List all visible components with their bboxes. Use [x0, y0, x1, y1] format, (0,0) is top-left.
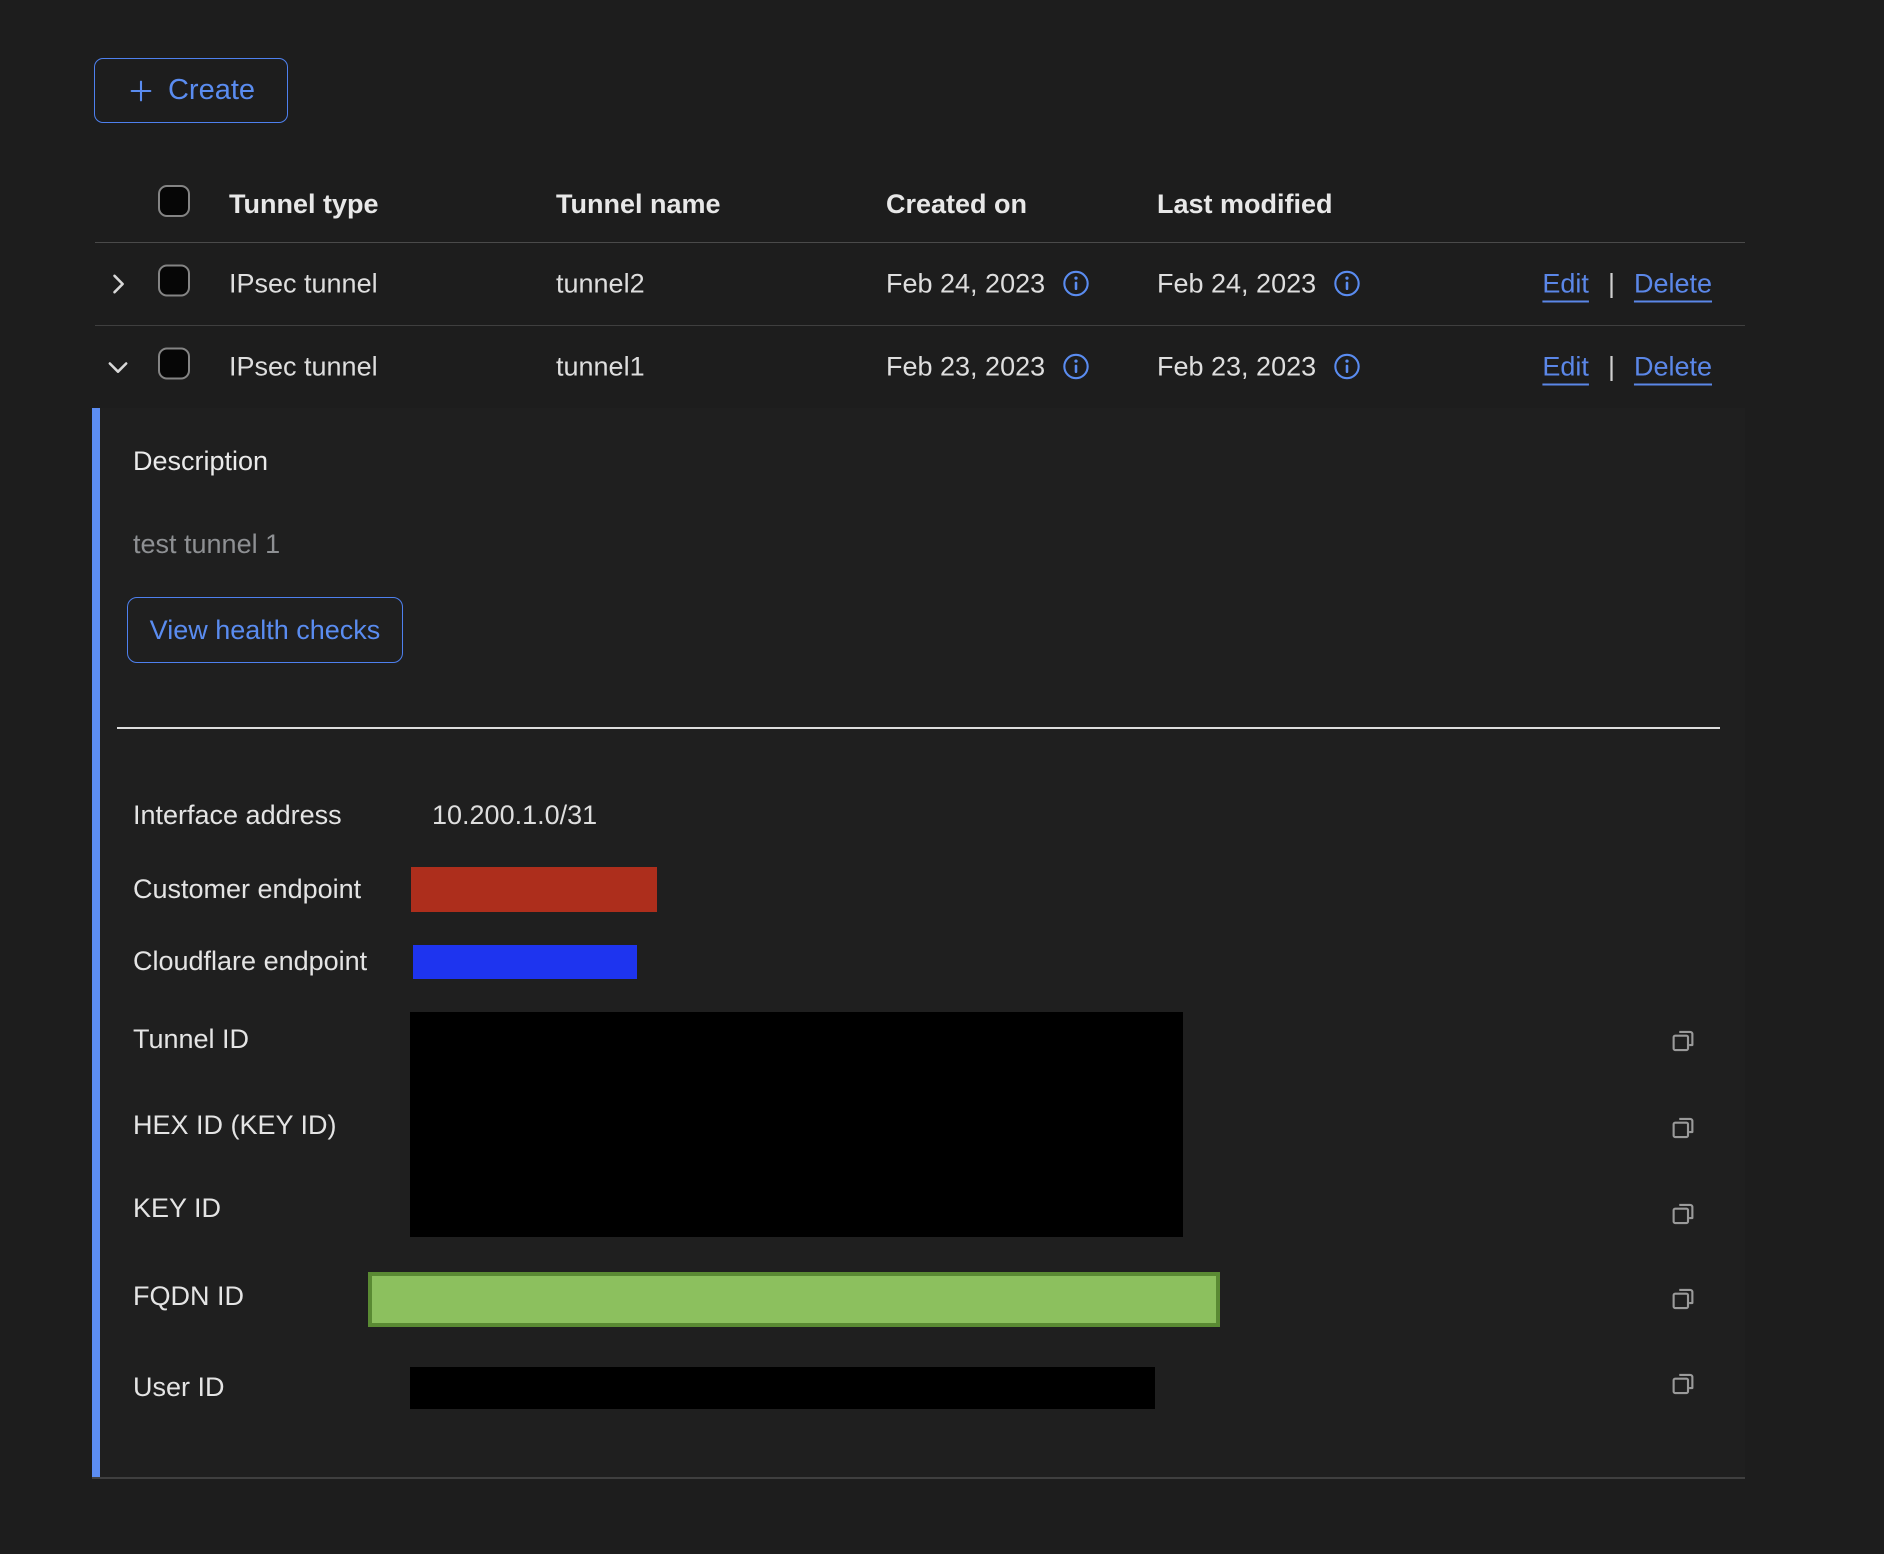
table-header-row: Tunnel type Tunnel name Created on Last … — [95, 142, 1745, 243]
copy-user-id-button[interactable] — [1666, 1366, 1700, 1400]
table-row: IPsec tunnel tunnel2 Feb 24, 2023 Feb 24… — [95, 242, 1745, 326]
edit-button[interactable]: Edit — [1542, 351, 1589, 382]
create-button-label: Create — [168, 74, 255, 107]
copy-icon — [1668, 1283, 1698, 1313]
checkbox-box — [158, 185, 190, 217]
column-header-created-on: Created on — [886, 189, 1027, 220]
copy-hex-id-button[interactable] — [1666, 1110, 1700, 1144]
chevron-down-icon — [104, 353, 132, 381]
last-modified-date: Feb 23, 2023 — [1157, 351, 1316, 382]
view-health-checks-button[interactable]: View health checks — [127, 597, 403, 663]
table-row: IPsec tunnel tunnel1 Feb 23, 2023 Feb 23… — [95, 325, 1745, 408]
key-id-label: KEY ID — [133, 1193, 221, 1224]
actions-separator: | — [1608, 351, 1615, 382]
created-on-date: Feb 23, 2023 — [886, 351, 1045, 382]
row-actions: Edit | Delete — [1542, 268, 1712, 299]
last-modified-cell: Feb 23, 2023 — [1157, 351, 1361, 382]
user-id-redacted-value — [410, 1367, 1155, 1409]
last-modified-date: Feb 24, 2023 — [1157, 268, 1316, 299]
info-circle-icon[interactable] — [1062, 353, 1090, 381]
checkbox-box — [158, 264, 190, 296]
collapse-row-button[interactable] — [101, 350, 135, 384]
row-actions: Edit | Delete — [1542, 351, 1712, 382]
tunnel-id-label: Tunnel ID — [133, 1024, 249, 1055]
info-circle-icon[interactable] — [1333, 270, 1361, 298]
column-header-tunnel-name: Tunnel name — [556, 189, 721, 220]
plus-icon — [127, 77, 155, 105]
fqdn-id-label: FQDN ID — [133, 1281, 244, 1312]
copy-icon — [1668, 1368, 1698, 1398]
panel-section-divider — [117, 727, 1720, 729]
tunnels-page: Create Tunnel type Tunnel name Created o… — [0, 0, 1884, 1554]
last-modified-cell: Feb 24, 2023 — [1157, 268, 1361, 299]
interface-address-value: 10.200.1.0/31 — [432, 800, 597, 831]
copy-tunnel-id-button[interactable] — [1666, 1023, 1700, 1057]
copy-icon — [1668, 1025, 1698, 1055]
create-button[interactable]: Create — [94, 58, 288, 123]
delete-button[interactable]: Delete — [1634, 351, 1712, 382]
copy-icon — [1668, 1198, 1698, 1228]
info-circle-icon[interactable] — [1333, 353, 1361, 381]
edit-button[interactable]: Edit — [1542, 268, 1589, 299]
cloudflare-endpoint-label: Cloudflare endpoint — [133, 946, 367, 977]
tunnel-name-cell: tunnel2 — [556, 268, 645, 299]
copy-key-id-button[interactable] — [1666, 1196, 1700, 1230]
panel-bottom-divider — [92, 1477, 1745, 1479]
created-on-cell: Feb 24, 2023 — [886, 268, 1090, 299]
row-checkbox[interactable] — [158, 264, 190, 303]
tunnel-type-cell: IPsec tunnel — [229, 268, 378, 299]
chevron-right-icon — [104, 270, 132, 298]
user-id-label: User ID — [133, 1372, 225, 1403]
description-value: test tunnel 1 — [133, 529, 280, 560]
select-all-checkbox[interactable] — [158, 185, 190, 224]
expand-row-button[interactable] — [101, 267, 135, 301]
customer-endpoint-label: Customer endpoint — [133, 874, 361, 905]
hex-id-label: HEX ID (KEY ID) — [133, 1110, 337, 1141]
cloudflare-endpoint-redacted-value — [413, 945, 637, 979]
description-label: Description — [133, 446, 268, 477]
created-on-cell: Feb 23, 2023 — [886, 351, 1090, 382]
column-header-last-modified: Last modified — [1157, 189, 1333, 220]
column-header-tunnel-type: Tunnel type — [229, 189, 379, 220]
info-circle-icon[interactable] — [1062, 270, 1090, 298]
id-values-redacted-block — [410, 1012, 1183, 1237]
expanded-panel-accent-bar — [92, 408, 100, 1477]
tunnel-type-cell: IPsec tunnel — [229, 351, 378, 382]
row-checkbox[interactable] — [158, 347, 190, 386]
view-health-checks-label: View health checks — [150, 615, 381, 646]
fqdn-id-redacted-value — [368, 1272, 1220, 1327]
interface-address-label: Interface address — [133, 800, 342, 831]
copy-icon — [1668, 1112, 1698, 1142]
checkbox-box — [158, 347, 190, 379]
created-on-date: Feb 24, 2023 — [886, 268, 1045, 299]
actions-separator: | — [1608, 268, 1615, 299]
customer-endpoint-redacted-value — [411, 867, 657, 912]
copy-fqdn-id-button[interactable] — [1666, 1281, 1700, 1315]
tunnel-name-cell: tunnel1 — [556, 351, 645, 382]
delete-button[interactable]: Delete — [1634, 268, 1712, 299]
